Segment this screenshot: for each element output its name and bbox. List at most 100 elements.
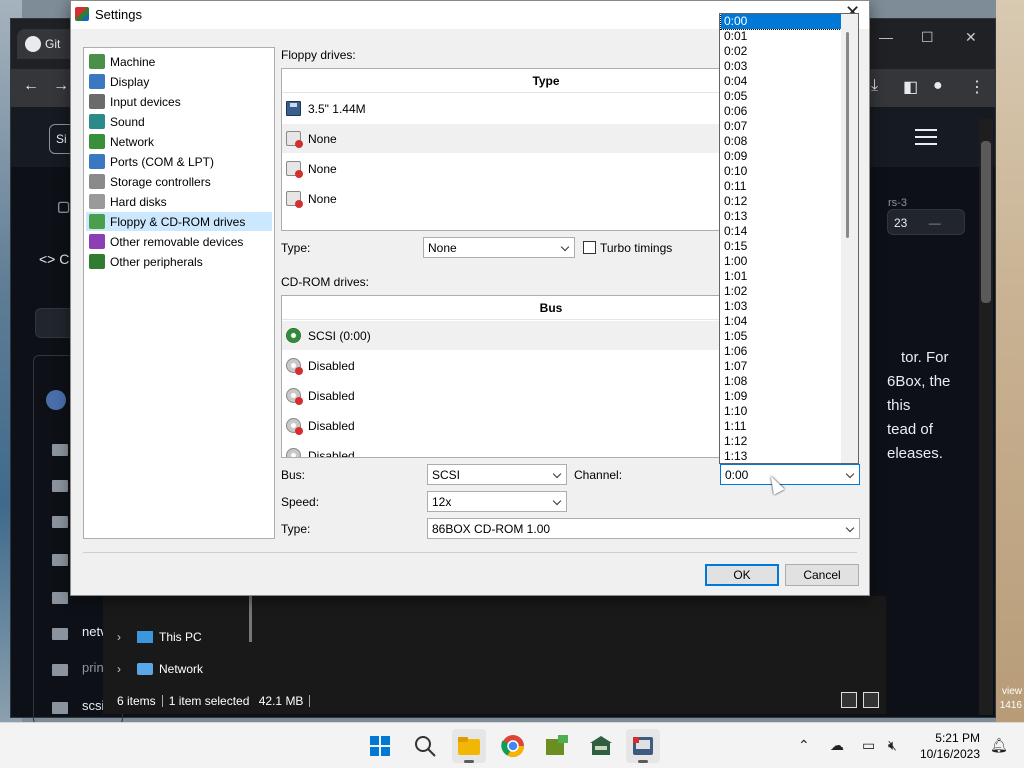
channel-option[interactable]: 1:07 [721, 359, 841, 374]
chevron-right-icon[interactable]: › [117, 662, 121, 676]
dropdown-scrollbar-thumb[interactable] [846, 32, 849, 238]
86box-manager-app[interactable] [540, 729, 574, 763]
floppy-row[interactable]: None [282, 124, 780, 153]
cdrom-row[interactable]: Disabled [282, 381, 780, 410]
channel-option[interactable]: 0:12 [721, 194, 841, 209]
notification-bell-icon[interactable]: 🔔︎ [990, 737, 1008, 754]
channel-select[interactable]: 0:00 [720, 464, 860, 485]
back-icon[interactable]: ← [23, 77, 39, 95]
channel-option[interactable]: 0:01 [721, 29, 841, 44]
channel-option[interactable]: 1:13 [721, 449, 841, 463]
channel-option[interactable]: 0:14 [721, 224, 841, 239]
channel-option[interactable]: 1:01 [721, 269, 841, 284]
forward-icon[interactable]: → [53, 77, 69, 95]
search-button[interactable] [408, 729, 442, 763]
explorer-scrollbar[interactable] [249, 596, 252, 642]
turbo-timings-checkbox[interactable] [583, 241, 596, 254]
nav-this-pc[interactable]: This PC [137, 630, 202, 644]
maximize-icon[interactable]: ☐ [921, 29, 934, 46]
tiles-view-icon[interactable] [863, 692, 879, 708]
category-input-devices[interactable]: Input devices [86, 92, 272, 111]
channel-option[interactable]: 0:08 [721, 134, 841, 149]
file-name[interactable]: scsi [82, 698, 104, 713]
ok-button[interactable]: OK [705, 564, 779, 586]
channel-option[interactable]: 0:07 [721, 119, 841, 134]
channel-option[interactable]: 0:06 [721, 104, 841, 119]
category-removable-devices[interactable]: Other removable devices [86, 232, 272, 251]
channel-option[interactable]: 0:15 [721, 239, 841, 254]
floppy-column-header[interactable]: Type [282, 69, 780, 93]
channel-option[interactable]: 0:04 [721, 74, 841, 89]
speed-select[interactable]: 12x [427, 491, 567, 512]
category-sound[interactable]: Sound [86, 112, 272, 131]
start-button[interactable] [363, 729, 397, 763]
category-display[interactable]: Display [86, 72, 272, 91]
sidepanel-icon[interactable]: ◧ [903, 77, 918, 97]
cdrom-type-select[interactable]: 86BOX CD-ROM 1.00 [427, 518, 860, 539]
channel-option[interactable]: 0:03 [721, 59, 841, 74]
cancel-button[interactable]: Cancel [785, 564, 859, 586]
code-tab[interactable]: <> C [39, 251, 69, 267]
onedrive-icon[interactable]: ☁ [830, 737, 844, 754]
category-ports[interactable]: Ports (COM & LPT) [86, 152, 272, 171]
channel-option[interactable]: 0:00 [720, 14, 842, 30]
category-machine[interactable]: Machine [86, 52, 272, 71]
category-peripherals[interactable]: Other peripherals [86, 252, 272, 271]
channel-option[interactable]: 1:09 [721, 389, 841, 404]
release-badge[interactable]: 23 — [887, 209, 965, 235]
channel-option[interactable]: 0:10 [721, 164, 841, 179]
cdrom-row[interactable]: SCSI (0:00) [282, 321, 780, 350]
channel-option[interactable]: 0:13 [721, 209, 841, 224]
cdrom-row[interactable]: Disabled [282, 441, 780, 457]
channel-option[interactable]: 1:04 [721, 314, 841, 329]
cdrom-row[interactable]: Disabled [282, 411, 780, 440]
details-view-icon[interactable] [841, 692, 857, 708]
nav-network[interactable]: Network [137, 662, 203, 676]
channel-option[interactable]: 0:09 [721, 149, 841, 164]
cdrom-drive-list[interactable]: Bus SCSI (0:00) Disabled Disabled Disabl… [281, 295, 781, 458]
bus-select[interactable]: SCSI [427, 464, 567, 485]
channel-option[interactable]: 1:11 [721, 419, 841, 434]
floppy-row[interactable]: None [282, 184, 780, 213]
browser-scrollbar-thumb[interactable] [981, 141, 991, 303]
display-tray-icon[interactable]: ▭ [862, 737, 875, 754]
chevron-right-icon[interactable]: › [117, 630, 121, 644]
chevron-up-icon[interactable]: ⌃ [798, 737, 810, 754]
channel-option[interactable]: 0:02 [721, 44, 841, 59]
volume-muted-icon[interactable]: 🔇︎ [888, 737, 897, 754]
category-storage-controllers[interactable]: Storage controllers [86, 172, 272, 191]
channel-option[interactable]: 1:00 [721, 254, 841, 269]
floppy-row[interactable]: 3.5" 1.44M [282, 94, 780, 123]
channel-option[interactable]: 1:12 [721, 434, 841, 449]
channel-dropdown-list[interactable]: 0:00 0:01 0:02 0:03 0:04 0:05 0:06 0:07 0:08 0:09… [719, 13, 859, 464]
cdrom-column-header[interactable]: Bus [282, 296, 780, 320]
channel-option[interactable]: 0:05 [721, 89, 841, 104]
dropdown-scrollbar[interactable] [841, 14, 858, 463]
channel-option[interactable]: 1:05 [721, 329, 841, 344]
file-explorer-app[interactable] [452, 729, 486, 763]
menu-kebab-icon[interactable]: ⋮ [969, 77, 985, 97]
channel-option[interactable]: 1:06 [721, 344, 841, 359]
channel-option[interactable]: 0:11 [721, 179, 841, 194]
channel-option[interactable]: 1:03 [721, 299, 841, 314]
cdrom-row[interactable]: Disabled [282, 351, 780, 380]
hamburger-menu-icon[interactable] [915, 129, 937, 145]
chrome-app[interactable] [496, 729, 530, 763]
file-name[interactable]: prin [82, 660, 104, 675]
channel-option[interactable]: 1:08 [721, 374, 841, 389]
category-network[interactable]: Network [86, 132, 272, 151]
school-app[interactable] [584, 729, 618, 763]
channel-option[interactable]: 1:02 [721, 284, 841, 299]
floppy-type-select[interactable]: None [423, 237, 575, 258]
download-icon[interactable]: ⤓ [871, 77, 878, 95]
86box-app[interactable] [626, 729, 660, 763]
category-floppy-cdrom[interactable]: Floppy & CD-ROM drives [86, 212, 272, 231]
clock[interactable]: 5:21 PM 10/16/2023 [920, 730, 980, 762]
minimize-icon[interactable]: — [879, 29, 893, 45]
channel-option[interactable]: 1:10 [721, 404, 841, 419]
close-window-icon[interactable]: ✕ [965, 29, 977, 46]
category-hard-disks[interactable]: Hard disks [86, 192, 272, 211]
floppy-drive-list[interactable]: Type 3.5" 1.44M None None None [281, 68, 781, 231]
browser-scrollbar[interactable] [979, 119, 993, 715]
profile-icon[interactable]: ● [933, 77, 943, 95]
